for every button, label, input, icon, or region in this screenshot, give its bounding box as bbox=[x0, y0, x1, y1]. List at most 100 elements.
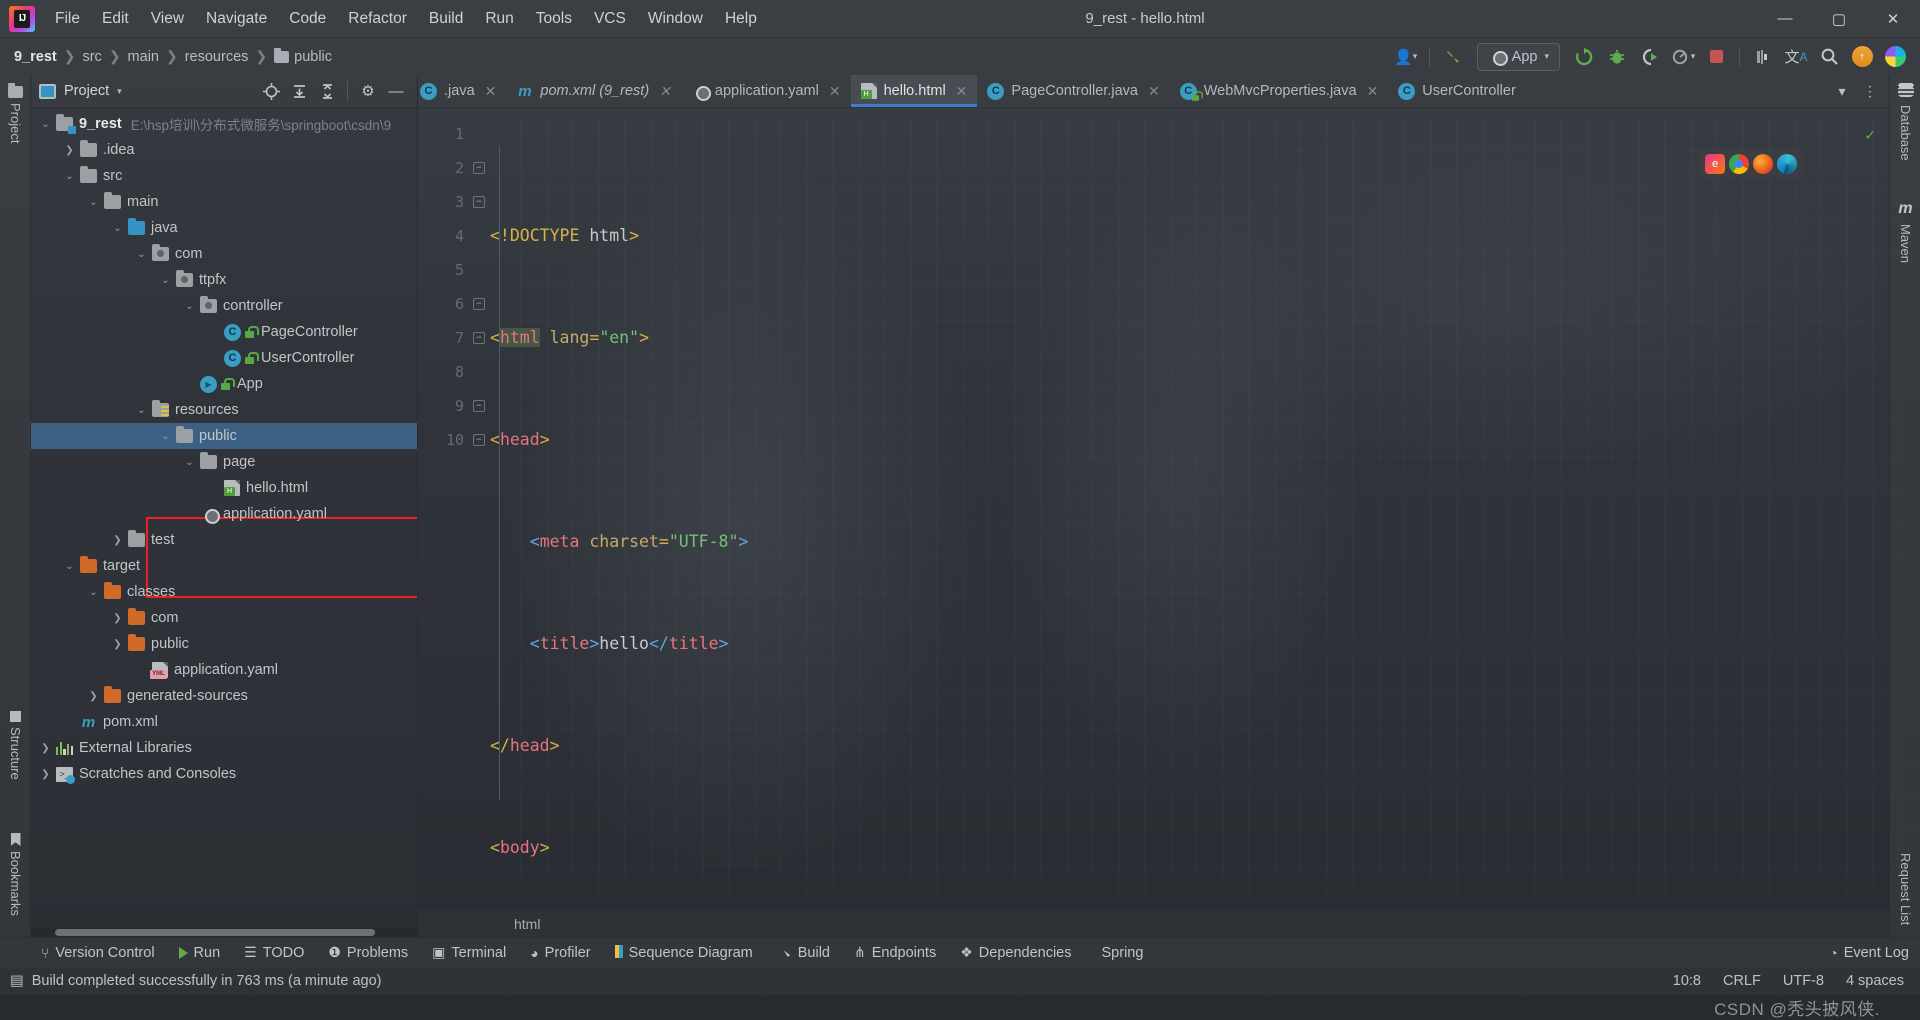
toolwindow-event-log[interactable]: ◔ Event Log bbox=[1818, 941, 1920, 965]
code-fold-icon[interactable]: − bbox=[473, 332, 485, 344]
sidebar-item-structure[interactable]: Structure bbox=[0, 704, 31, 787]
gutter-line-5[interactable]: 5 bbox=[418, 253, 490, 287]
breadcrumb-item-resources[interactable]: resources bbox=[185, 49, 249, 65]
breadcrumb-item-main[interactable]: main bbox=[128, 49, 159, 65]
toolwindow-dependencies[interactable]: ❖ Dependencies bbox=[949, 940, 1082, 965]
editor-tab-java[interactable]: C .java ✕ bbox=[418, 75, 506, 107]
translate-icon[interactable]: 文A bbox=[1781, 43, 1811, 71]
chevron-down-icon[interactable]: ▾ bbox=[117, 86, 122, 97]
profile-icon[interactable]: ▾ bbox=[1668, 43, 1698, 71]
chevron-down-icon[interactable]: ⌄ bbox=[159, 431, 172, 442]
tree-node-hello-html[interactable]: · hello.html bbox=[31, 475, 417, 501]
tool-window-bar[interactable]: ⑂ Version Control Run ☰ TODO ❶ Problems ▣ Termin… bbox=[0, 937, 1920, 967]
tree-node-9-rest[interactable]: ⌄ 9_rest E:\hsp培训\分布式微服务\springboot\csdn\9 bbox=[31, 111, 417, 137]
open-in-browser-bar[interactable]: e bbox=[1699, 150, 1803, 178]
chevron-right-icon[interactable]: ❯ bbox=[111, 535, 124, 546]
code-content[interactable]: <!DOCTYPE html> <html lang="en"> <head> … bbox=[490, 108, 1889, 910]
tree-node-application-yaml[interactable]: · application.yaml bbox=[31, 501, 417, 527]
debug-icon[interactable] bbox=[1602, 43, 1632, 71]
sidebar-item-database[interactable]: Database bbox=[1890, 83, 1920, 161]
user-settings-icon[interactable]: 👤 ▾ bbox=[1391, 43, 1421, 71]
gutter-line-4[interactable]: 4 bbox=[418, 219, 490, 253]
chevron-down-icon[interactable]: ⌄ bbox=[159, 275, 172, 286]
chevron-right-icon[interactable]: ❯ bbox=[111, 639, 124, 650]
close-tab-icon[interactable]: ✕ bbox=[1367, 83, 1379, 100]
close-button[interactable]: ✕ bbox=[1866, 0, 1920, 37]
chevron-down-icon[interactable]: ⌄ bbox=[183, 457, 196, 468]
sidebar-item-maven[interactable]: m Maven bbox=[1890, 200, 1920, 263]
tree-node-pagecontroller[interactable]: · C PageController bbox=[31, 319, 417, 345]
editor-tab-pagecontroller-java[interactable]: C PageController.java ✕ bbox=[977, 75, 1169, 107]
tree-node-controller[interactable]: ⌄ controller bbox=[31, 293, 417, 319]
chevron-down-icon[interactable]: ▾ bbox=[1829, 78, 1855, 104]
ide-feature-icon[interactable] bbox=[1880, 43, 1910, 71]
tree-node--idea[interactable]: ❯ .idea bbox=[31, 137, 417, 163]
tree-node-application-yaml[interactable]: · application.yaml bbox=[31, 657, 417, 683]
menu-view[interactable]: View bbox=[141, 5, 194, 33]
updates-icon[interactable]: ↑ bbox=[1847, 43, 1877, 71]
inspection-status-icon[interactable]: ✓ bbox=[1865, 118, 1875, 152]
gutter-line-1[interactable]: 1 bbox=[418, 117, 490, 151]
tree-node-src[interactable]: ⌄ src bbox=[31, 163, 417, 189]
toolwindow-run[interactable]: Run bbox=[168, 941, 232, 965]
breadcrumb-item-public[interactable]: public bbox=[274, 47, 332, 65]
toolwindow-sequence-diagram[interactable]: Sequence Diagram bbox=[604, 941, 764, 965]
editor-gutter[interactable]: 1 2−3−4 5 6−7−8 9−10− bbox=[418, 108, 490, 910]
menu-run[interactable]: Run bbox=[475, 5, 523, 33]
code-fold-icon[interactable]: − bbox=[473, 196, 485, 208]
menu-refactor[interactable]: Refactor bbox=[338, 5, 417, 33]
tree-node-com[interactable]: ⌄ com bbox=[31, 241, 417, 267]
editor-tab-usercontroller[interactable]: C UserController bbox=[1388, 75, 1525, 107]
tree-node-public[interactable]: ❯ public bbox=[31, 631, 417, 657]
chevron-down-icon[interactable]: ⌄ bbox=[135, 249, 148, 260]
hammer-build-icon[interactable] bbox=[1438, 43, 1468, 71]
editor-tab-webmvcproperties-java[interactable]: C WebMvcProperties.java ✕ bbox=[1170, 75, 1389, 107]
breadcrumb-item-src[interactable]: src bbox=[82, 49, 101, 65]
tree-node-test[interactable]: ❯ test bbox=[31, 527, 417, 553]
expand-all-icon[interactable] bbox=[286, 78, 312, 104]
chevron-right-icon[interactable]: ❯ bbox=[39, 769, 52, 780]
chevron-down-icon[interactable]: ⌄ bbox=[39, 119, 52, 130]
chevron-right-icon[interactable]: ❯ bbox=[87, 691, 100, 702]
close-tab-icon[interactable]: ✕ bbox=[829, 83, 841, 100]
toolwindow-todo[interactable]: ☰ TODO bbox=[233, 940, 315, 965]
gutter-line-7[interactable]: 7− bbox=[418, 321, 490, 355]
menu-bar[interactable]: File Edit View Navigate Code Refactor Bu… bbox=[45, 5, 767, 33]
menu-vcs[interactable]: VCS bbox=[584, 5, 636, 33]
gear-icon[interactable]: ⚙ bbox=[355, 78, 381, 104]
tree-node-main[interactable]: ⌄ main bbox=[31, 189, 417, 215]
code-fold-icon[interactable]: − bbox=[473, 298, 485, 310]
code-fold-icon[interactable]: − bbox=[473, 162, 485, 174]
sidebar-item-bookmarks[interactable]: Bookmarks bbox=[0, 826, 31, 923]
chevron-down-icon[interactable]: ⌄ bbox=[183, 301, 196, 312]
close-tab-icon[interactable]: ✕ bbox=[485, 83, 497, 100]
tree-node-resources[interactable]: ⌄ resources bbox=[31, 397, 417, 423]
editor-tab-hello-html[interactable]: hello.html ✕ bbox=[850, 75, 978, 107]
chevron-down-icon[interactable]: ⌄ bbox=[63, 561, 76, 572]
toolwindow-version-control[interactable]: ⑂ Version Control bbox=[30, 941, 166, 965]
layout-icon[interactable] bbox=[1748, 43, 1778, 71]
locate-icon[interactable] bbox=[258, 78, 284, 104]
tree-node-pom-xml[interactable]: · m pom.xml bbox=[31, 709, 417, 735]
editor-tab-bar[interactable]: C .java ✕ m pom.xml (9_rest) ✕ application.yam… bbox=[418, 75, 1889, 108]
ie-icon[interactable]: e bbox=[1705, 154, 1725, 174]
toolwindow-profiler[interactable]: ◕ Profiler bbox=[519, 941, 601, 965]
collapse-all-icon[interactable] bbox=[314, 78, 340, 104]
tree-node-scratches-and-consoles[interactable]: ❯ >_ Scratches and Consoles bbox=[31, 761, 417, 787]
rerun-icon[interactable] bbox=[1569, 43, 1599, 71]
chevron-right-icon[interactable]: ❯ bbox=[63, 145, 76, 156]
tree-node-target[interactable]: ⌄ target bbox=[31, 553, 417, 579]
menu-navigate[interactable]: Navigate bbox=[196, 5, 277, 33]
firefox-icon[interactable] bbox=[1753, 154, 1773, 174]
tree-node-usercontroller[interactable]: · C UserController bbox=[31, 345, 417, 371]
caret-position[interactable]: 10:8 bbox=[1673, 973, 1701, 989]
window-controls[interactable]: — ▢ ✕ bbox=[1758, 0, 1920, 37]
file-encoding[interactable]: UTF-8 bbox=[1783, 973, 1824, 989]
gutter-line-9[interactable]: 9− bbox=[418, 389, 490, 423]
chevron-down-icon[interactable]: ⌄ bbox=[135, 405, 148, 416]
gutter-line-2[interactable]: 2− bbox=[418, 151, 490, 185]
tree-node-generated-sources[interactable]: ❯ generated-sources bbox=[31, 683, 417, 709]
chevron-down-icon[interactable]: ⌄ bbox=[111, 223, 124, 234]
chevron-down-icon[interactable]: ⌄ bbox=[87, 197, 100, 208]
tree-node-external-libraries[interactable]: ❯ External Libraries bbox=[31, 735, 417, 761]
